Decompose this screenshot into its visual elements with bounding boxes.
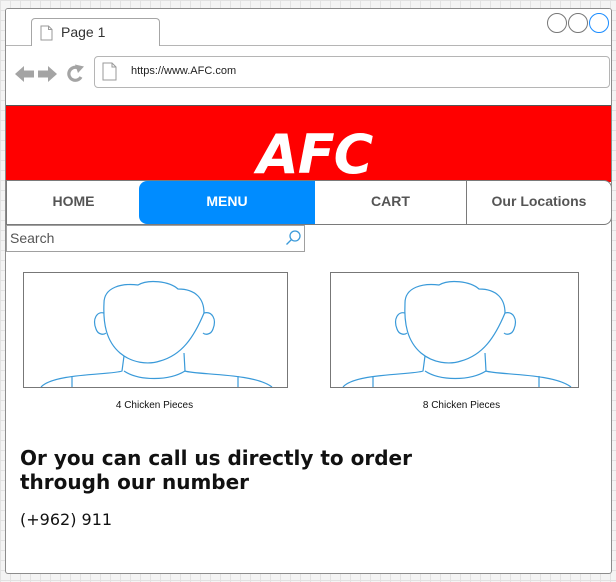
browser-tab[interactable]: Page 1 — [31, 18, 160, 46]
call-to-order-text: Or you can call us directly to order thr… — [20, 446, 420, 494]
product-caption-8-pieces: 8 Chicken Pieces — [422, 400, 501, 411]
nav-item-menu[interactable]: MENU — [139, 181, 315, 224]
url-text: https://www.AFC.com — [131, 65, 237, 77]
search-icon[interactable] — [285, 229, 302, 246]
main-navigation: HOME MENU CART Our Locations — [6, 180, 611, 225]
navigation-buttons — [15, 64, 84, 82]
reload-icon[interactable] — [67, 64, 84, 82]
minimize-button[interactable] — [547, 13, 567, 33]
window-controls — [547, 13, 609, 33]
person-placeholder-icon — [40, 280, 273, 387]
call-text-line-2: through our number — [20, 470, 250, 494]
product-image-8-pieces[interactable] — [330, 272, 579, 388]
nav-item-our-locations[interactable]: Our Locations — [467, 181, 611, 224]
nav-item-home[interactable]: HOME — [7, 181, 140, 224]
forward-arrow-icon[interactable] — [38, 66, 57, 82]
tab-bar: Page 1 — [6, 9, 611, 46]
browser-toolbar: https://www.AFC.com — [6, 46, 611, 105]
product-image-4-pieces[interactable] — [23, 272, 288, 388]
maximize-button[interactable] — [568, 13, 588, 33]
call-text-line-1: Or you can call us directly to order — [20, 446, 412, 470]
nav-item-cart[interactable]: CART — [315, 181, 466, 224]
site-logo[interactable]: AFC — [257, 128, 373, 182]
page-icon — [102, 62, 117, 81]
site-banner: AFC — [6, 105, 611, 182]
product-caption-4-pieces: 4 Chicken Pieces — [115, 400, 194, 411]
address-bar[interactable]: https://www.AFC.com — [94, 56, 610, 88]
search-input[interactable] — [10, 229, 278, 247]
person-placeholder-icon — [342, 280, 572, 387]
document-icon — [40, 25, 53, 41]
browser-window: Page 1 https://www.AFC.com AFC HOME MENU… — [5, 8, 612, 574]
close-button[interactable] — [589, 13, 609, 33]
back-arrow-icon[interactable] — [15, 66, 34, 82]
search-box — [6, 225, 305, 252]
tab-title: Page 1 — [61, 24, 106, 40]
phone-number[interactable]: (+962) 911 — [20, 510, 112, 529]
